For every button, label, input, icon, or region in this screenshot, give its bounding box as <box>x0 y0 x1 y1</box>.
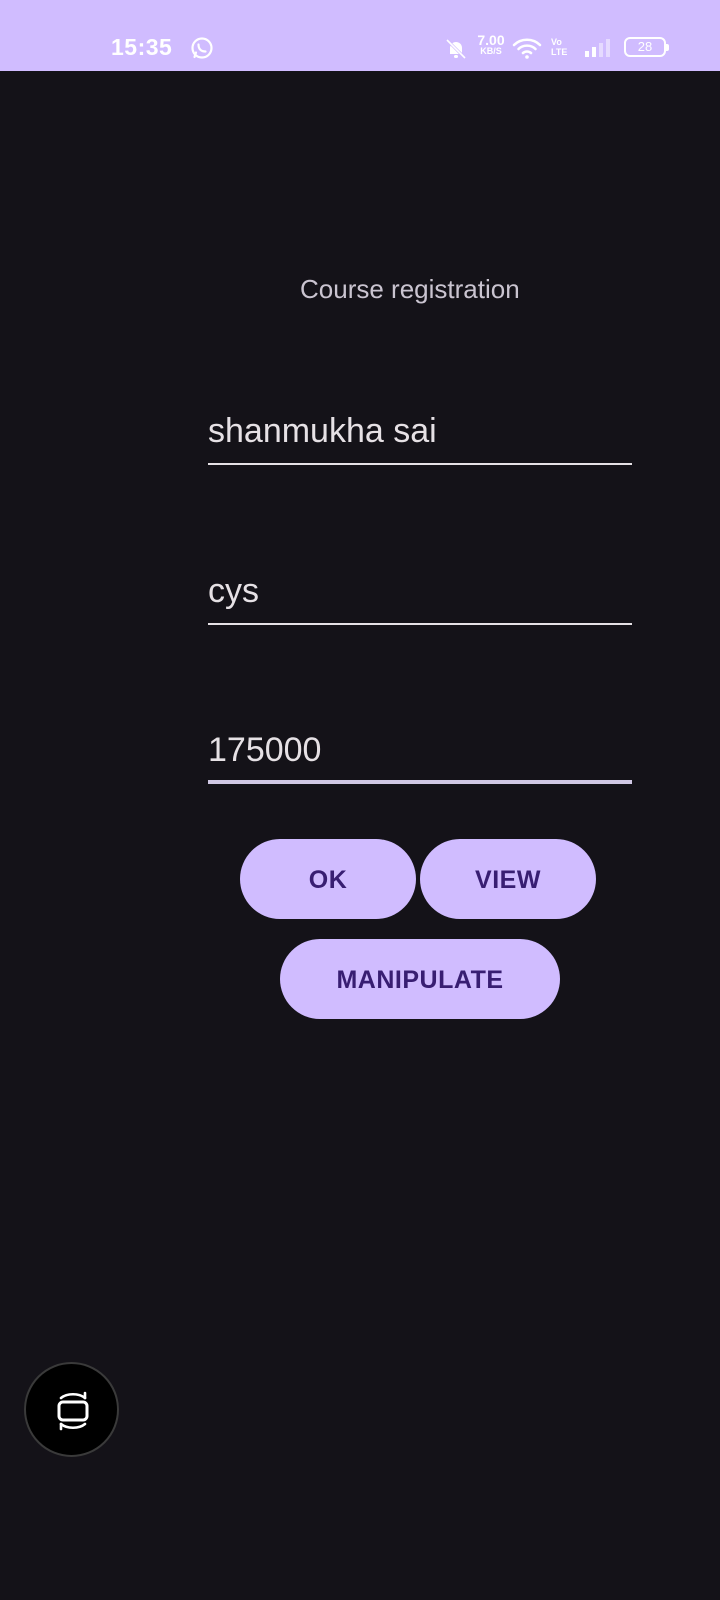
signal-icon <box>585 38 613 58</box>
screen-rotate-icon <box>57 1391 89 1431</box>
mute-icon <box>445 38 467 60</box>
status-bar: 15:35 7.00 KB/S Vo LTE 28 <box>0 0 720 71</box>
battery-icon: 28 <box>624 37 669 57</box>
status-time: 15:35 <box>111 34 173 60</box>
name-field[interactable]: shanmukha sai <box>208 405 632 465</box>
volte-bottom: LTE <box>551 47 568 57</box>
wifi-icon <box>511 36 543 60</box>
whatsapp-icon <box>190 36 214 60</box>
screen-rotate-button[interactable] <box>24 1362 119 1457</box>
network-speed: 7.00 KB/S <box>474 32 508 57</box>
fee-field[interactable]: 175000 <box>208 724 632 784</box>
volte-indicator: Vo LTE <box>551 37 567 57</box>
ok-button[interactable]: OK <box>240 839 416 919</box>
manipulate-button[interactable]: MANIPULATE <box>280 939 560 1019</box>
course-field[interactable]: cys <box>208 565 632 625</box>
network-speed-value: 7.00 <box>477 32 505 48</box>
page-title: Course registration <box>300 274 520 304</box>
view-button[interactable]: VIEW <box>420 839 596 919</box>
volte-top: Vo <box>551 37 562 47</box>
